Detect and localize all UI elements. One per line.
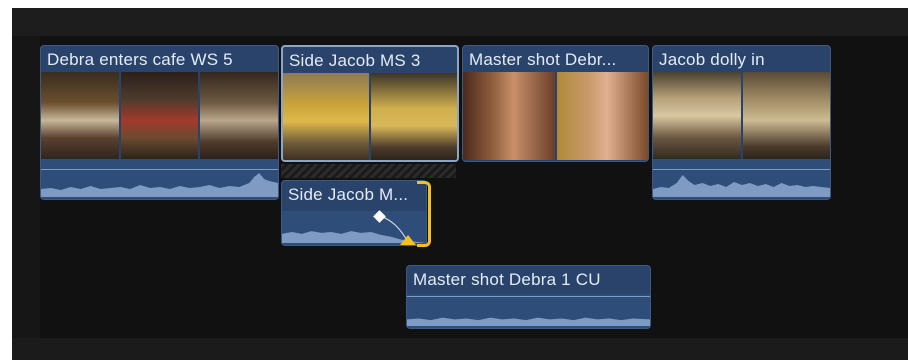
video-thumbnail bbox=[556, 72, 648, 160]
connection-hatch bbox=[281, 164, 456, 178]
clip-side-jacob-ms3[interactable]: Side Jacob MS 3 bbox=[281, 45, 459, 162]
video-thumbnail bbox=[371, 73, 457, 160]
clip-master-shot-debra[interactable]: Master shot Debr... bbox=[462, 45, 649, 162]
clip-title: Jacob dolly in bbox=[659, 50, 765, 69]
waveform-graphic bbox=[41, 173, 278, 197]
video-thumbnail bbox=[742, 72, 830, 160]
timeline-header-strip bbox=[12, 8, 908, 36]
waveform-graphic bbox=[407, 317, 650, 326]
clip-thumbnails bbox=[653, 72, 830, 160]
clip-title: Side Jacob MS 3 bbox=[289, 51, 421, 70]
clip-title: Debra enters cafe WS 5 bbox=[47, 50, 233, 69]
trim-handle[interactable] bbox=[417, 181, 431, 247]
clip-master-shot-debra-1-cu[interactable]: Master shot Debra 1 CU bbox=[406, 265, 651, 329]
video-thumbnail bbox=[283, 73, 369, 160]
volume-line[interactable] bbox=[407, 296, 650, 297]
clip-debra-enters-cafe[interactable]: Debra enters cafe WS 5 bbox=[40, 45, 279, 200]
video-thumbnail bbox=[120, 72, 199, 160]
video-thumbnail bbox=[463, 72, 555, 160]
clip-thumbnails bbox=[463, 72, 648, 160]
timeline-bottom-strip bbox=[12, 338, 908, 360]
video-thumbnail bbox=[200, 72, 278, 160]
audio-waveform bbox=[653, 159, 830, 199]
fade-handle-icon[interactable] bbox=[400, 235, 416, 245]
waveform-graphic bbox=[653, 175, 830, 197]
clip-jacob-dolly-in[interactable]: Jacob dolly in bbox=[652, 45, 831, 200]
video-thumbnail bbox=[653, 72, 741, 160]
clip-thumbnails bbox=[41, 72, 278, 160]
clip-title: Master shot Debra 1 CU bbox=[413, 270, 601, 289]
clip-title: Side Jacob M... bbox=[288, 185, 409, 204]
audio-waveform bbox=[407, 294, 650, 328]
clip-title: Master shot Debr... bbox=[469, 50, 617, 69]
clip-thumbnails bbox=[283, 73, 457, 160]
video-thumbnail bbox=[41, 72, 119, 160]
audio-waveform bbox=[41, 159, 278, 199]
